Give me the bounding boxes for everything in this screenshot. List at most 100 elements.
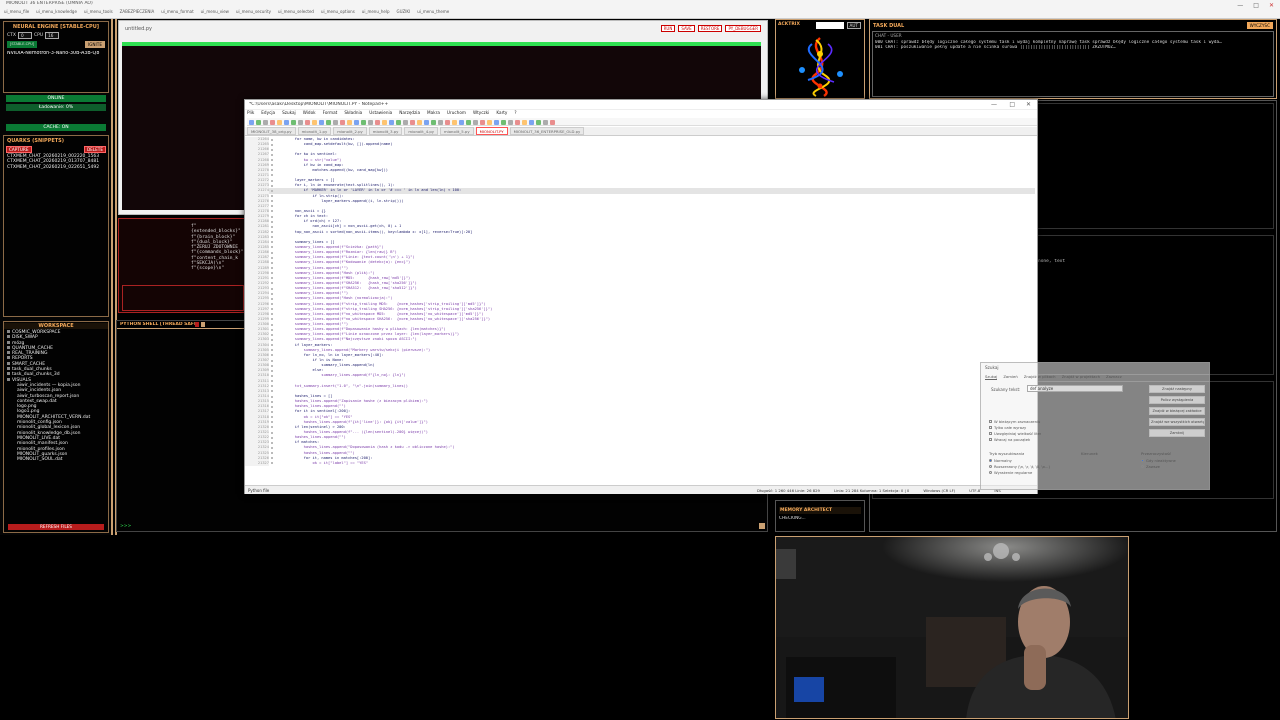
toolbar-icon[interactable] (277, 119, 282, 125)
minimize-icon[interactable]: — (1237, 2, 1243, 9)
top-menu-item[interactable]: ui_menu_view (201, 9, 229, 14)
toolbar-icon[interactable] (515, 119, 520, 125)
toolbar-icon[interactable] (522, 119, 527, 125)
find-dialog-tab[interactable]: Znajdź w projektach (1062, 374, 1100, 380)
toolbar-icon[interactable] (550, 119, 555, 125)
find-dialog-button[interactable]: Znajdź w bieżącej zakładce (1149, 407, 1205, 415)
shell-clear-icon[interactable] (201, 322, 205, 327)
toolbar-icon[interactable] (361, 119, 366, 125)
top-menu-item[interactable]: ui_menu_format (161, 9, 193, 14)
notepad-menu-item[interactable]: Wtyczki (473, 110, 489, 117)
toolbar-icon[interactable] (480, 119, 485, 125)
toolbar-icon[interactable] (326, 119, 331, 125)
toolbar-icon[interactable] (249, 119, 254, 125)
find-dialog-tab[interactable]: Zaznacz (1106, 374, 1122, 380)
cpu-input[interactable]: 16 (45, 32, 60, 39)
code-view[interactable]: 21264 for name, kw in candidates: 21265 c… (245, 137, 1035, 484)
find-dialog-tab[interactable]: Szukaj (985, 374, 998, 380)
toolbar-icon[interactable] (459, 119, 464, 125)
shell-stop-icon[interactable] (195, 322, 199, 327)
editor-button[interactable]: RESTORE (697, 25, 723, 32)
toolbar-icon[interactable] (501, 119, 506, 125)
toolbar-icon[interactable] (340, 119, 345, 125)
notepad-close-icon[interactable]: ✕ (1026, 101, 1031, 108)
checkbox-icon[interactable] (989, 432, 992, 435)
toolbar-icon[interactable] (291, 119, 296, 125)
notepad-menu-item[interactable]: ? (514, 110, 516, 117)
notepad-menu-item[interactable]: Narzędzia (399, 110, 420, 117)
toolbar-icon[interactable] (438, 119, 443, 125)
toolbar-icon[interactable] (319, 119, 324, 125)
top-menu-item[interactable]: ui_menu_selected (278, 9, 314, 14)
editor-button[interactable]: RUN (660, 25, 676, 32)
notepad-menu-item[interactable]: Ustawienia (369, 110, 392, 117)
toolbar-icon[interactable] (305, 119, 310, 125)
close-icon[interactable]: ✕ (1269, 2, 1274, 9)
notepad-tab[interactable]: mionolit_5.py (439, 127, 474, 135)
ignite-button[interactable]: IGNITE (84, 41, 105, 48)
quark-item[interactable]: CTXMEM_CHAT_20260219_013707_8481 (7, 159, 105, 164)
radio-icon[interactable] (989, 459, 992, 462)
notepad-tab[interactable]: mionolit_2.py (333, 127, 367, 135)
top-menu-item[interactable]: ZABEZPIECZENIA (120, 9, 155, 14)
toolbar-icon[interactable] (312, 119, 317, 125)
radio-icon[interactable] (1141, 459, 1144, 462)
toolbar-icon[interactable] (298, 119, 303, 125)
notepad-menu-item[interactable]: Format (323, 110, 338, 117)
toolbar-icon[interactable] (368, 119, 373, 125)
maximize-icon[interactable]: □ (1253, 2, 1259, 9)
notepad-menu-item[interactable]: Karty (496, 110, 507, 117)
toolbar-icon[interactable] (473, 119, 478, 125)
toolbar-icon[interactable] (284, 119, 289, 125)
toolbar-icon[interactable] (270, 119, 275, 125)
toolbar-icon[interactable] (347, 119, 352, 125)
notepad-menu-item[interactable]: Makra (427, 110, 440, 117)
shell-send-icon[interactable] (759, 523, 765, 529)
toolbar-icon[interactable] (424, 119, 429, 125)
find-dialog-button[interactable]: Znajdź następny (1149, 385, 1205, 393)
find-option[interactable]: Wracaj na początek (989, 437, 1041, 443)
notepad-tab[interactable]: MIONOLIT_36_ENTERPRISE_OLD.py (509, 127, 585, 135)
notepad-menu-item[interactable]: Składnia (344, 110, 362, 117)
notepad-tab[interactable]: MIONOLIT_38_orig.py (247, 127, 296, 135)
checkbox-icon[interactable] (989, 420, 992, 423)
shell-prompt[interactable]: >>> (120, 524, 131, 529)
top-menu-item[interactable]: ui_menu_file (4, 9, 29, 14)
toolbar-icon[interactable] (256, 119, 261, 125)
top-menu-item[interactable]: ui_menu_tools (84, 9, 113, 14)
acktrix-auto-button[interactable]: AUT (846, 22, 861, 29)
find-input[interactable]: def analyze (1027, 385, 1123, 392)
radio-icon[interactable] (989, 465, 992, 468)
notepad-minimize-icon[interactable]: — (991, 101, 997, 108)
toolbar-icon[interactable] (536, 119, 541, 125)
toolbar-icon[interactable] (389, 119, 394, 125)
toolbar-icon[interactable] (375, 119, 380, 125)
toolbar-icon[interactable] (487, 119, 492, 125)
toolbar-icon[interactable] (529, 119, 534, 125)
notepad-menu-item[interactable]: Uruchom (447, 110, 466, 117)
notepad-tab[interactable]: mionolit_1.py (297, 127, 332, 135)
find-dialog-button[interactable]: Policz wystąpienia (1149, 396, 1205, 404)
notepad-tab[interactable]: mionolit_3.py (368, 127, 403, 135)
editor-button[interactable]: PY_DEBUGGER (725, 25, 761, 32)
toolbar-icon[interactable] (417, 119, 422, 125)
workspace-item[interactable]: MIONOLIT_SOUL.dat (7, 457, 105, 462)
radio-icon[interactable] (1141, 465, 1144, 468)
top-menu-item[interactable]: ui_menu_options (321, 9, 355, 14)
checkbox-icon[interactable] (989, 438, 992, 441)
search-mode[interactable]: Wyrażenie regularne (989, 470, 1050, 476)
notepad-maximize-icon[interactable]: □ (1009, 101, 1015, 108)
find-dialog-button[interactable]: Zamknij (1149, 429, 1205, 437)
toolbar-icon[interactable] (396, 119, 401, 125)
toolbar-icon[interactable] (494, 119, 499, 125)
ctx-input[interactable]: 0 (17, 32, 32, 39)
checkbox-icon[interactable] (989, 426, 992, 429)
notepad-menu-item[interactable]: Widok (303, 110, 316, 117)
toolbar-icon[interactable] (508, 119, 513, 125)
quark-item[interactable]: CTXMEM_CHAT_20260219_022651_5492 (7, 165, 105, 170)
toolbar-icon[interactable] (431, 119, 436, 125)
find-dialog-button[interactable]: Znajdź we wszystkich otwartych plikach (1149, 418, 1205, 426)
notepad-menu-item[interactable]: Szukaj (282, 110, 296, 117)
notepad-menu-item[interactable]: Plik (247, 110, 254, 117)
top-menu-item[interactable]: ui_menu_security (236, 9, 271, 14)
